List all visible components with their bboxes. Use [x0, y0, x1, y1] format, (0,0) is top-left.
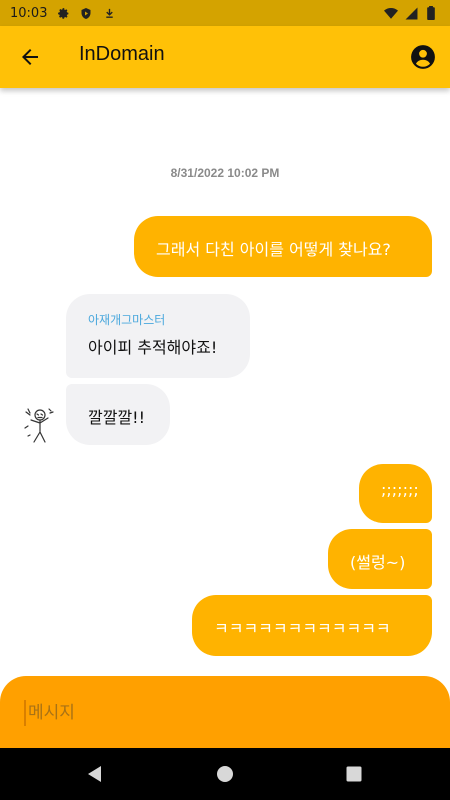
status-time: 10:03: [10, 5, 48, 21]
chat-area[interactable]: 8/31/2022 10:02 PM 그래서 다친 아이를 어떻게 찾나요? 아…: [0, 88, 450, 676]
download-icon: [102, 6, 116, 20]
shield-play-icon: [79, 6, 93, 20]
back-triangle-icon: [88, 766, 101, 782]
nav-back-button[interactable]: [85, 764, 105, 784]
message-text: 그래서 다친 아이를 어떻게 찾나요?: [156, 240, 391, 259]
settings-icon: [56, 6, 70, 20]
battery-icon: [424, 6, 438, 20]
home-circle-icon: [217, 766, 233, 782]
nav-home-button[interactable]: [215, 764, 235, 784]
back-button[interactable]: [18, 45, 42, 69]
status-bar: 10:03: [0, 0, 450, 26]
message-bubble-outgoing[interactable]: 그래서 다친 아이를 어떻게 찾나요?: [134, 216, 432, 277]
chat-timestamp: 8/31/2022 10:02 PM: [170, 166, 280, 180]
account-button[interactable]: [410, 44, 436, 70]
message-bubble-incoming[interactable]: 깔깔깔!!: [66, 384, 170, 445]
page-title: InDomain: [79, 43, 165, 65]
message-bubble-incoming[interactable]: 아재개그마스터 아이피 추적해야죠!: [66, 294, 250, 378]
status-left: 10:03: [10, 6, 116, 21]
signal-icon: [404, 6, 418, 20]
app-bar: InDomain: [0, 26, 450, 88]
message-text: 깔깔깔!!: [88, 408, 145, 427]
message-text: ㅋㅋㅋㅋㅋㅋㅋㅋㅋㅋㅋㅋ: [214, 619, 391, 638]
message-text: ;;;;;;;: [381, 480, 419, 499]
account-circle-icon: [411, 45, 435, 69]
nav-recents-button[interactable]: [344, 764, 364, 784]
wifi-icon: [384, 6, 398, 20]
message-text: 아이피 추적해야죠!: [88, 338, 218, 357]
recents-square-icon: [346, 766, 362, 782]
message-bubble-outgoing[interactable]: ㅋㅋㅋㅋㅋㅋㅋㅋㅋㅋㅋㅋ: [192, 595, 432, 656]
status-right: [384, 6, 438, 20]
message-bubble-outgoing[interactable]: ;;;;;;;: [359, 464, 432, 523]
system-nav-bar: [0, 748, 450, 800]
message-composer: [0, 676, 450, 748]
message-text: (썰렁~): [350, 553, 406, 572]
avatar[interactable]: [22, 406, 56, 444]
stick-figure-avatar-icon: [24, 408, 54, 443]
message-input[interactable]: [24, 700, 424, 726]
arrow-left-icon: [22, 49, 38, 65]
message-bubble-outgoing[interactable]: (썰렁~): [328, 529, 432, 589]
sender-name: 아재개그마스터: [88, 313, 166, 327]
